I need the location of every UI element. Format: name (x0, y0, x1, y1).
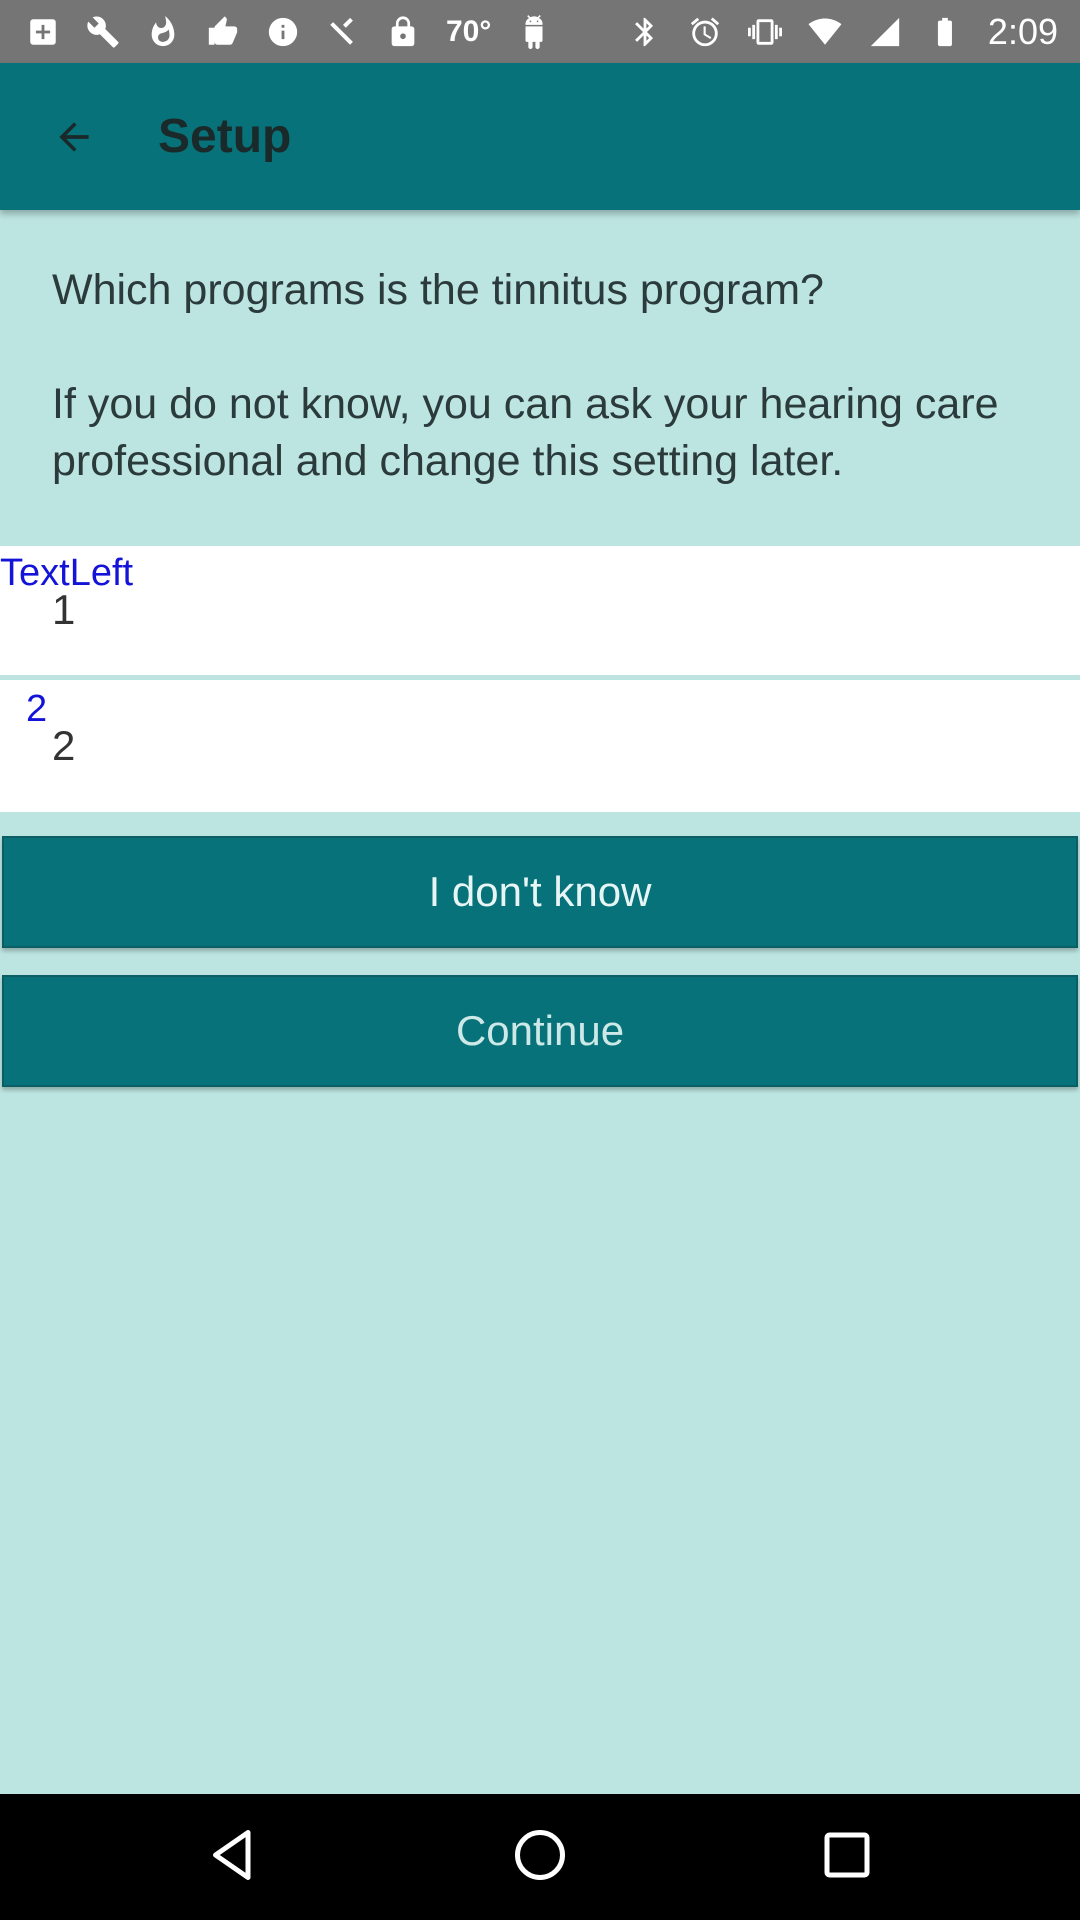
bluetooth-icon (628, 15, 662, 49)
lock-icon (386, 15, 420, 49)
program-option-1[interactable]: TextLeft 1 (0, 546, 1080, 678)
circle-home-icon (514, 1829, 565, 1880)
arrow-back-icon (59, 121, 89, 152)
wrench-icon (86, 15, 120, 49)
program-option-2[interactable]: 2 2 (0, 680, 1080, 812)
signal-icon (868, 15, 902, 49)
status-left-icons: 70° (26, 14, 551, 49)
triangle-back-icon (213, 1829, 251, 1880)
alarm-icon (688, 15, 722, 49)
screen: 70° 2:09 Setup Which programs is the tin… (0, 0, 1080, 1920)
temperature-text: 70° (446, 14, 492, 48)
page-title: Setup (158, 110, 292, 163)
program-option-value: 1 (52, 586, 76, 633)
dont-know-button[interactable]: I don't know (2, 836, 1078, 948)
program-option-value: 2 (52, 722, 76, 769)
satellite-fake-gps-icon (326, 15, 360, 49)
wifi-icon (808, 15, 842, 49)
add-box-icon (26, 15, 60, 49)
back-button[interactable] (24, 87, 124, 187)
nav-recents-button[interactable] (817, 1825, 877, 1890)
nav-home-button[interactable] (510, 1825, 570, 1890)
status-bar: 70° 2:09 (0, 0, 1080, 63)
navigation-bar (0, 1794, 1080, 1920)
vibrate-icon (747, 15, 782, 49)
android-icon (517, 14, 551, 49)
battery-icon (928, 15, 962, 49)
thumbs-up-icon (206, 15, 240, 49)
question-text: Which programs is the tinnitus program? (52, 266, 824, 314)
app-bar: Setup (0, 63, 1080, 210)
square-recents-icon (824, 1832, 870, 1877)
instructions: Which programs is the tinnitus program? … (52, 262, 1042, 490)
hint-text: If you do not know, you can ask your hea… (52, 380, 999, 485)
info-icon (266, 15, 300, 49)
program-option-small-label: 2 (26, 688, 48, 730)
status-right-icons: 2:09 (628, 11, 1058, 53)
flame-icon (146, 15, 180, 49)
continue-button[interactable]: Continue (2, 975, 1078, 1087)
nav-back-button[interactable] (203, 1825, 263, 1890)
clock-text: 2:09 (987, 10, 1058, 52)
